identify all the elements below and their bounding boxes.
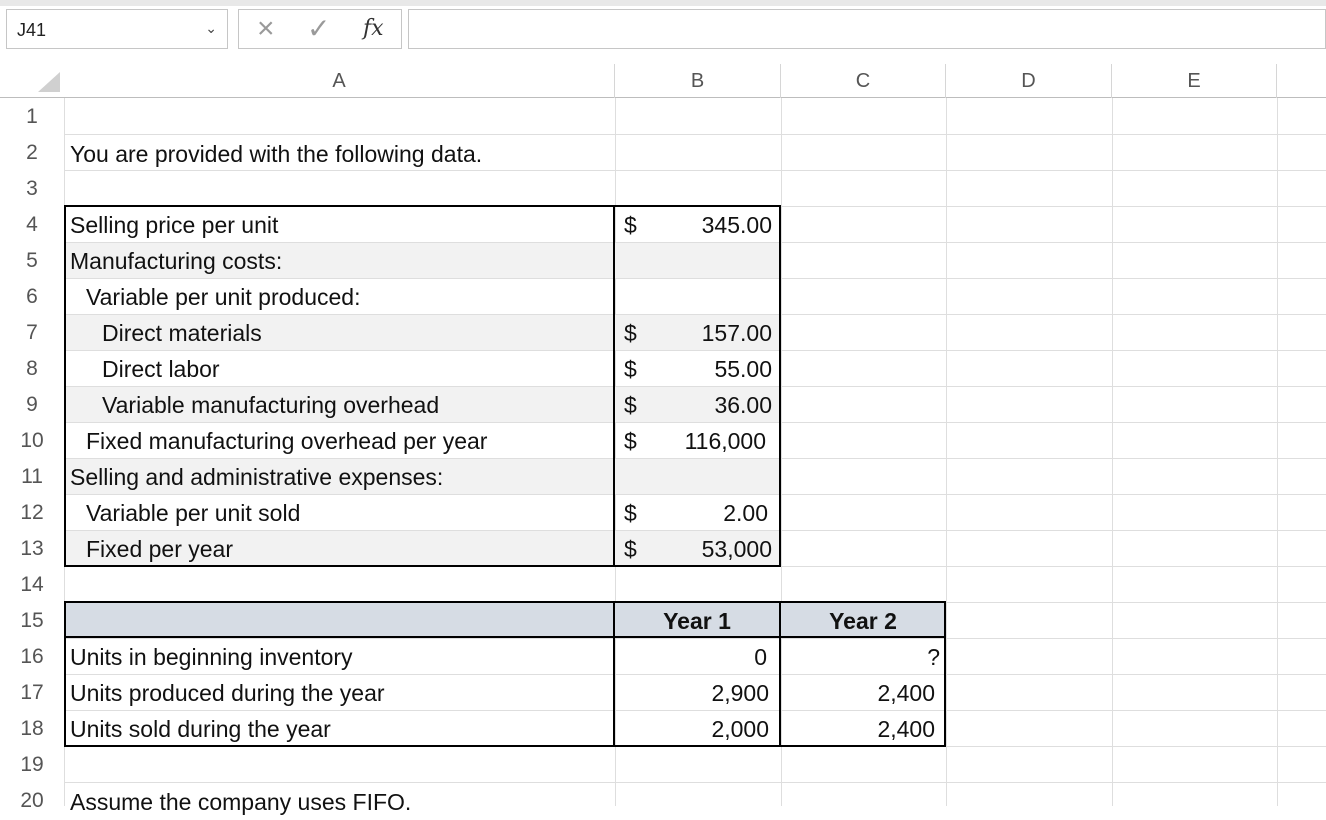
row-header-7[interactable]: 7 [0, 315, 64, 351]
row-header-5[interactable]: 5 [0, 243, 64, 279]
column-header-b[interactable]: B [615, 64, 781, 98]
formula-buttons: × ✓ fx [238, 9, 402, 49]
cost-value[interactable]: 36.00 [640, 387, 772, 423]
column-header-d[interactable]: D [946, 64, 1112, 98]
row-header-10[interactable]: 10 [0, 423, 64, 459]
cost-label[interactable]: Manufacturing costs: [70, 243, 282, 279]
row-header-9[interactable]: 9 [0, 387, 64, 423]
grid-line [946, 98, 947, 806]
enter-check-icon[interactable]: ✓ [307, 12, 330, 46]
row-header-17[interactable]: 17 [0, 675, 64, 711]
cost-label[interactable]: Selling price per unit [70, 207, 278, 243]
column-header-e[interactable]: E [1112, 64, 1277, 98]
cost-label[interactable]: Variable per unit sold [86, 495, 300, 531]
formula-input[interactable] [408, 9, 1326, 49]
insert-function-icon[interactable]: fx [363, 16, 384, 41]
cost-value[interactable]: 116,000 [640, 423, 766, 459]
dollar-sign: $ [624, 356, 637, 382]
row-header-13[interactable]: 13 [0, 531, 64, 567]
column-header-c[interactable]: C [781, 64, 946, 98]
name-box-value: J41 [17, 20, 47, 40]
cost-label[interactable]: Variable per unit produced: [86, 279, 360, 315]
row-header-11[interactable]: 11 [0, 459, 64, 495]
grid-line [64, 134, 1326, 135]
year-1-header[interactable]: Year 1 [615, 603, 779, 639]
units-label[interactable]: Units sold during the year [70, 711, 331, 747]
cost-label[interactable]: Variable manufacturing overhead [102, 387, 439, 423]
cost-table-divider [613, 205, 615, 567]
row-header-20[interactable]: 20 [0, 783, 64, 819]
row-header-3[interactable]: 3 [0, 171, 64, 207]
name-box[interactable]: J41 ⌄ [6, 9, 228, 49]
units-year2[interactable]: 2,400 [781, 711, 935, 747]
row-header-19[interactable]: 19 [0, 747, 64, 783]
cost-value[interactable]: 157.00 [640, 315, 772, 351]
column-header-a[interactable]: A [64, 64, 615, 98]
select-all-corner[interactable] [38, 72, 60, 92]
grid-line [64, 782, 1326, 783]
row-header-2[interactable]: 2 [0, 135, 64, 171]
dollar-sign: $ [624, 428, 637, 454]
cancel-icon[interactable]: × [257, 12, 275, 46]
cost-label[interactable]: Direct materials [102, 315, 262, 351]
cost-label[interactable]: Fixed manufacturing overhead per year [86, 423, 487, 459]
row-header-14[interactable]: 14 [0, 567, 64, 603]
units-year2[interactable]: ? [781, 639, 940, 675]
cost-label[interactable]: Direct labor [102, 351, 220, 387]
units-year1[interactable]: 2,900 [615, 675, 769, 711]
intro-text[interactable]: You are provided with the following data… [70, 136, 482, 172]
cost-value[interactable]: 55.00 [640, 351, 772, 387]
units-year2[interactable]: 2,400 [781, 675, 935, 711]
row-header-6[interactable]: 6 [0, 279, 64, 315]
cost-value[interactable]: 2.00 [640, 495, 768, 531]
window-top-edge [0, 0, 1326, 6]
cost-label[interactable]: Fixed per year [86, 531, 233, 567]
dollar-sign: $ [624, 212, 637, 238]
footnote-text[interactable]: Assume the company uses FIFO. [70, 784, 411, 820]
row-header-15[interactable]: 15 [0, 603, 64, 639]
grid-line [1112, 98, 1113, 806]
grid-line [1277, 98, 1278, 806]
row-header-8[interactable]: 8 [0, 351, 64, 387]
row-header-1[interactable]: 1 [0, 99, 64, 135]
units-year1[interactable]: 0 [615, 639, 767, 675]
cost-value[interactable]: 345.00 [640, 207, 772, 243]
units-year1[interactable]: 2,000 [615, 711, 769, 747]
chevron-down-icon[interactable]: ⌄ [205, 20, 217, 37]
units-label[interactable]: Units in beginning inventory [70, 639, 353, 675]
dollar-sign: $ [624, 320, 637, 346]
cost-label[interactable]: Selling and administrative expenses: [70, 459, 443, 495]
row-header-16[interactable]: 16 [0, 639, 64, 675]
cost-value[interactable]: 53,000 [640, 531, 772, 567]
dollar-sign: $ [624, 536, 637, 562]
row-header-12[interactable]: 12 [0, 495, 64, 531]
units-label[interactable]: Units produced during the year [70, 675, 385, 711]
row-header-18[interactable]: 18 [0, 711, 64, 747]
dollar-sign: $ [624, 500, 637, 526]
year-2-header[interactable]: Year 2 [781, 603, 945, 639]
row-header-4[interactable]: 4 [0, 207, 64, 243]
dollar-sign: $ [624, 392, 637, 418]
